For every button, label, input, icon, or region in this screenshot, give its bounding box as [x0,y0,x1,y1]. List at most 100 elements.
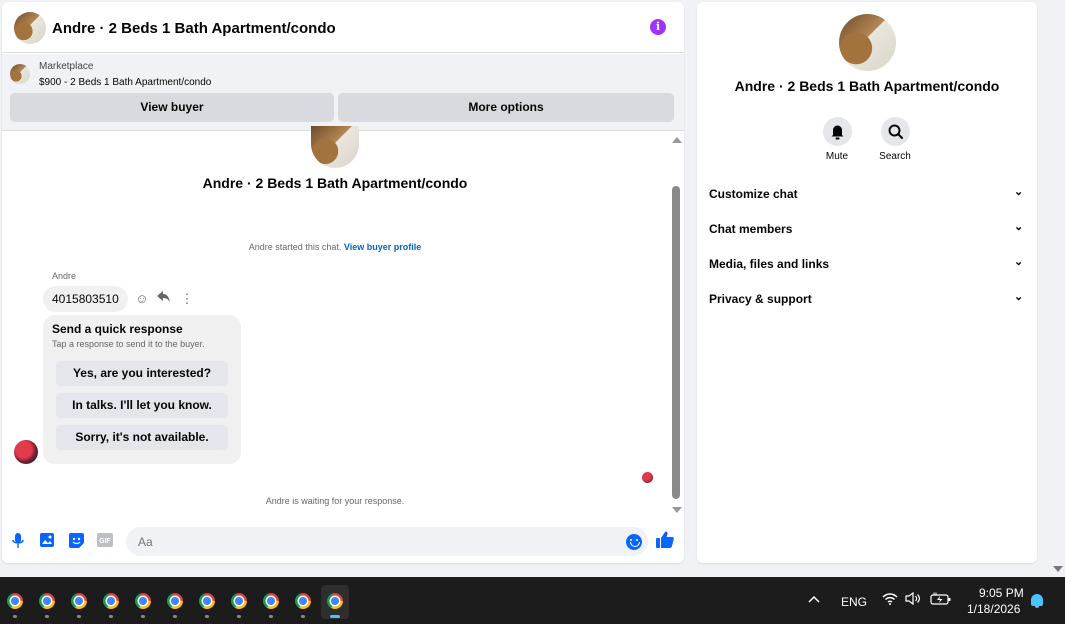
page-scroll-down-icon[interactable] [1053,566,1063,572]
chat-started-notice: Andre started this chat. View buyer prof… [2,242,668,252]
seen-indicator-avatar [642,472,653,483]
section-label: Customize chat [709,187,798,201]
view-buyer-button[interactable]: View buyer [10,93,334,122]
section-customize-chat[interactable]: Customize chat ⌄ [697,177,1037,212]
taskbar-chrome-window[interactable] [2,585,28,619]
chat-header: Andre · 2 Beds 1 Bath Apartment/condo i [2,2,684,53]
quick-response-card: Send a quick response Tap a response to … [43,315,241,464]
view-buyer-profile-link[interactable]: View buyer profile [344,242,421,252]
section-media-files-links[interactable]: Media, files and links ⌄ [697,247,1037,282]
chat-title[interactable]: Andre · 2 Beds 1 Bath Apartment/condo [52,20,336,37]
taskbar-chrome-window[interactable] [130,585,156,619]
chrome-icon [103,593,119,609]
wifi-icon[interactable] [882,592,898,608]
running-indicator [237,615,241,618]
running-indicator [13,615,17,618]
thumbs-up-icon[interactable] [656,531,674,553]
section-privacy-support[interactable]: Privacy & support ⌄ [697,282,1037,317]
reply-icon[interactable] [156,291,172,306]
taskbar-chrome-window[interactable] [66,585,92,619]
image-icon[interactable] [39,533,55,549]
scroll-down-arrow-icon[interactable] [672,507,682,513]
battery-charging-icon[interactable] [930,592,952,608]
search-icon[interactable] [880,117,910,146]
marketplace-label: Marketplace [39,61,94,72]
running-indicator [45,615,49,618]
thread-avatar [311,126,359,168]
chrome-icon [135,593,151,609]
marketplace-bar: Marketplace $900 - 2 Beds 1 Bath Apartme… [2,54,684,131]
running-indicator [205,615,209,618]
more-icon[interactable]: ⋮ [179,291,195,307]
taskbar-chrome-window[interactable] [290,585,316,619]
listing-thumbnail[interactable] [10,64,30,84]
section-label: Privacy & support [709,292,812,306]
react-icon[interactable]: ☺ [134,291,150,306]
running-indicator [109,615,113,618]
chevron-down-icon: ⌄ [1014,186,1024,198]
show-hidden-icons-chevron-up-icon[interactable] [808,591,820,606]
taskbar-chrome-window[interactable] [226,585,252,619]
more-options-button[interactable]: More options [338,93,674,122]
chrome-icon [167,593,183,609]
taskbar-chrome-window[interactable] [162,585,188,619]
running-indicator [330,615,340,618]
microphone-icon[interactable] [10,533,26,549]
search-button[interactable]: Search [865,117,925,162]
chrome-icon [231,593,247,609]
mute-label: Mute [825,151,849,162]
section-chat-members[interactable]: Chat members ⌄ [697,212,1037,247]
taskbar-chrome-window-active[interactable] [321,585,349,619]
section-label: Media, files and links [709,257,830,271]
message-input[interactable] [126,527,648,556]
waiting-notice: Andre is waiting for your response. [265,496,405,506]
running-indicator [77,615,81,618]
emoji-icon[interactable] [626,534,642,550]
language-indicator[interactable]: ENG [841,595,867,609]
chrome-icon [7,593,23,609]
chat-panel: Andre · 2 Beds 1 Bath Apartment/condo i … [2,2,684,563]
clock-date[interactable]: 1/18/2026 [967,602,1020,616]
scroll-thumb[interactable] [672,186,680,499]
message-bubble[interactable]: 4015803510 [43,286,128,312]
message-scrollbar[interactable] [670,132,684,518]
taskbar-chrome-window[interactable] [258,585,284,619]
quick-response-title: Send a quick response [52,322,183,336]
quick-response-subtitle: Tap a response to send it to the buyer. [52,339,205,349]
running-indicator [141,615,145,618]
sender-avatar[interactable] [14,440,38,464]
running-indicator [269,615,273,618]
quick-response-option[interactable]: Sorry, it's not available. [56,425,228,450]
notification-bell-icon[interactable] [1031,594,1043,608]
sender-name: Andre [52,271,77,281]
running-indicator [301,615,305,618]
bell-icon[interactable] [822,117,852,146]
taskbar-chrome-window[interactable] [34,585,60,619]
gif-icon[interactable]: GIF [97,533,113,549]
chat-started-text: Andre started this chat. [248,242,342,252]
composer: GIF [2,524,684,560]
volume-icon[interactable] [905,591,921,608]
section-label: Chat members [709,222,793,236]
sticker-icon[interactable] [68,533,84,549]
chrome-icon [327,593,343,609]
mute-button[interactable]: Mute [807,117,867,162]
chrome-icon [295,593,311,609]
svg-text:GIF: GIF [99,538,111,545]
scroll-up-arrow-icon[interactable] [672,137,682,143]
quick-response-option[interactable]: In talks. I'll let you know. [56,393,228,418]
info-avatar[interactable] [839,14,896,71]
chat-info-panel: Andre · 2 Beds 1 Bath Apartment/condo Mu… [697,2,1037,563]
listing-title[interactable]: $900 - 2 Beds 1 Bath Apartment/condo [39,77,211,88]
chrome-icon [39,593,55,609]
listing-avatar[interactable] [14,12,46,44]
thread-title: Andre · 2 Beds 1 Bath Apartment/condo [202,175,468,191]
running-indicator [173,615,177,618]
taskbar-chrome-window[interactable] [98,585,124,619]
search-label: Search [879,151,911,162]
chrome-icon [71,593,87,609]
taskbar-chrome-window[interactable] [194,585,220,619]
clock-time[interactable]: 9:05 PM [979,586,1024,600]
info-icon[interactable]: i [650,19,666,35]
quick-response-option[interactable]: Yes, are you interested? [56,361,228,386]
